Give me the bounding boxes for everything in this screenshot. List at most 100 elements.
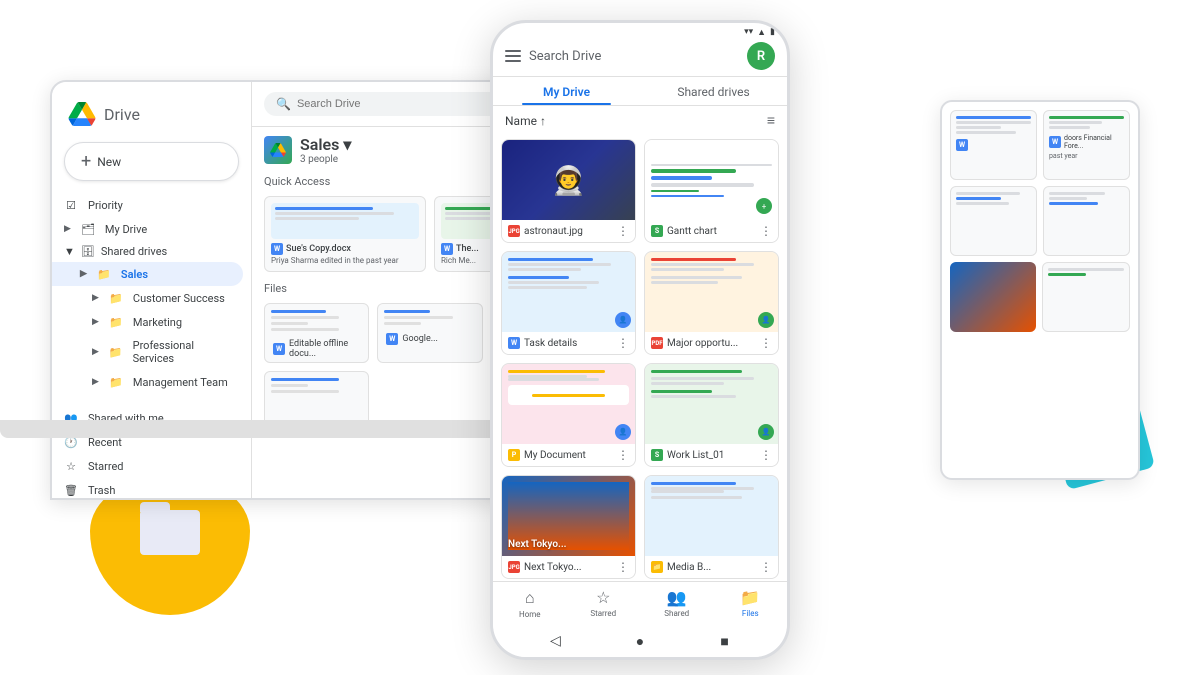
tablet-row-1: W W doors Financial Fore... past year <box>950 110 1130 180</box>
more-icon-work[interactable]: ⋮ <box>760 448 772 462</box>
file-card-work-list[interactable]: 👤 S Work List_01 ⋮ <box>644 363 779 467</box>
tablet-line-13 <box>1048 273 1086 276</box>
more-icon-astronaut[interactable]: ⋮ <box>617 224 629 238</box>
sheets-icon-gantt: S <box>651 225 663 237</box>
filename-task: Task details <box>524 338 577 349</box>
new-button[interactable]: + New <box>64 142 239 181</box>
tablet-file-6[interactable] <box>1042 262 1130 332</box>
sort-name-label: Name ↑ <box>505 114 546 128</box>
file-thumb-major: 👤 <box>645 252 778 332</box>
tablet-file-2[interactable]: W doors Financial Fore... past year <box>1043 110 1130 180</box>
nav-item-shared[interactable]: 👥 Shared <box>640 588 714 619</box>
search-icon: 🔍 <box>276 97 291 111</box>
priority-icon: ☑ <box>64 198 78 212</box>
mt-folder-icon: 📁 <box>109 375 123 389</box>
sheets-icon-work: S <box>651 449 663 461</box>
file-card-placeholder[interactable]: 📁 Media B... ⋮ <box>644 475 779 579</box>
sidebar-item-customer-success[interactable]: ▶ 📁 Customer Success <box>52 286 243 310</box>
nav-item-files[interactable]: 📁 Files <box>714 588 788 619</box>
filename-gantt: Gantt chart <box>667 226 717 237</box>
sidebar-item-management-team[interactable]: ▶ 📁 Management Team <box>52 370 243 394</box>
sidebar-item-priority[interactable]: ☑ Priority <box>52 193 243 217</box>
tablet-file-3[interactable] <box>950 186 1037 256</box>
more-icon-gantt[interactable]: ⋮ <box>760 224 772 238</box>
nav-label-home: Home <box>519 610 541 619</box>
more-icon-major[interactable]: ⋮ <box>760 336 772 350</box>
file-card-task-details[interactable]: 👤 W Task details ⋮ <box>501 251 636 355</box>
file-card-my-document[interactable]: 👤 P My Document ⋮ <box>501 363 636 467</box>
gantt-bar-green <box>651 169 736 173</box>
sales-info: Sales ▾ 3 people <box>300 135 351 165</box>
phone-body: Name ↑ ≡ 👨‍🚀 JPG astronaut.jpg ⋮ <box>493 106 787 581</box>
pdf-icon: PDF <box>651 337 663 349</box>
tablet-file-1[interactable]: W <box>950 110 1037 180</box>
filename-work: Work List_01 <box>667 450 724 461</box>
sort-label[interactable]: Name ↑ <box>505 114 546 128</box>
file-card-major[interactable]: 👤 PDF Major opportu... ⋮ <box>644 251 779 355</box>
filename-major: Major opportu... <box>667 338 738 349</box>
file-info-gantt: S Gantt chart ⋮ <box>645 220 778 242</box>
list-view-icon[interactable]: ≡ <box>767 112 775 129</box>
tablet-file-label-2: W doors Financial Fore... <box>1049 134 1124 150</box>
file-info-task: W Task details ⋮ <box>502 332 635 354</box>
drive-logo-text: Drive <box>104 105 140 124</box>
home-icon: ⌂ <box>525 588 535 608</box>
wifi-icon: ▲ <box>757 27 766 38</box>
nav-item-home[interactable]: ⌂ Home <box>493 588 567 619</box>
sidebar-item-professional-services[interactable]: ▶ 📁 Professional Services <box>52 334 243 370</box>
file-card-tokyo[interactable]: Next Tokyo... JPG Next Tokyo... ⋮ <box>501 475 636 579</box>
sidebar-item-trash[interactable]: 🗑 Trash <box>52 478 243 498</box>
sales-folder-icon: 📁 <box>97 267 111 281</box>
phone-frame: ▾▾ ▲ ▮ Search Drive R My Drive Shared dr… <box>490 20 790 660</box>
sidebar-item-my-drive[interactable]: ▶ 🗂 My Drive <box>52 217 243 241</box>
back-button[interactable]: ◁ <box>545 631 565 651</box>
tablet-file-4[interactable] <box>1043 186 1130 256</box>
recents-button[interactable]: ■ <box>715 631 735 651</box>
tab-my-drive[interactable]: My Drive <box>493 77 640 105</box>
hamburger-menu[interactable] <box>505 50 521 62</box>
sidebar-item-starred[interactable]: ☆ Starred <box>52 454 243 478</box>
quick-access-item-sues-copy[interactable]: W Sue's Copy.docx Priya Sharma edited in… <box>264 196 426 272</box>
file-card-astronaut[interactable]: 👨‍🚀 JPG astronaut.jpg ⋮ <box>501 139 636 243</box>
bg-folder-shape <box>140 510 200 555</box>
hamburger-line-3 <box>505 60 521 62</box>
tablet-filename-2: doors Financial Fore... <box>1064 134 1124 150</box>
file-thumb-mydoc: 👤 <box>502 364 635 444</box>
sidebar-label-starred: Starred <box>88 460 124 473</box>
tablet-line-11 <box>1049 202 1098 205</box>
sidebar-item-shared-drives[interactable]: ▼ 🗄 Shared drives <box>52 241 251 262</box>
tablet-line-blue <box>956 116 1031 119</box>
file-item-2[interactable]: W Google... <box>377 303 482 363</box>
sidebar-label-priority: Priority <box>88 199 123 212</box>
file-name-gantt: S Gantt chart <box>651 225 760 237</box>
battery-icon: ▮ <box>770 27 775 38</box>
more-icon-mydoc[interactable]: ⋮ <box>617 448 629 462</box>
more-icon-tokyo[interactable]: ⋮ <box>617 560 629 574</box>
nav-item-starred[interactable]: ☆ Starred <box>567 588 641 619</box>
sales-name: Sales ▾ <box>300 135 351 154</box>
file-name-major: PDF Major opportu... <box>651 337 760 349</box>
file-icon-2: W <box>386 333 398 345</box>
more-icon-task[interactable]: ⋮ <box>617 336 629 350</box>
doc-icon-blue: W <box>271 243 283 255</box>
laptop-base <box>0 420 560 438</box>
tab-shared-drives[interactable]: Shared drives <box>640 77 787 105</box>
file-thumb-tokyo: Next Tokyo... <box>502 476 635 556</box>
user-avatar[interactable]: R <box>747 42 775 70</box>
drive-logo-area: Drive <box>52 94 251 142</box>
phone-search-text[interactable]: Search Drive <box>529 49 739 64</box>
tablet-line-7 <box>956 197 1001 200</box>
file-item-1[interactable]: W Editable offline docu... <box>264 303 369 363</box>
more-icon-placeholder[interactable]: ⋮ <box>760 560 772 574</box>
sidebar-item-marketing[interactable]: ▶ 📁 Marketing <box>52 310 243 334</box>
home-button[interactable]: ● <box>630 631 650 651</box>
tablet-file-5[interactable] <box>950 262 1036 332</box>
expand-icon-mkt: ▶ <box>92 317 99 327</box>
jpg-icon-tokyo: JPG <box>508 561 520 573</box>
tablet-frame: W W doors Financial Fore... past year <box>940 100 1140 480</box>
shared-drives-icon: 🗄 <box>81 245 95 258</box>
file-name-tokyo: JPG Next Tokyo... <box>508 561 617 573</box>
gantt-bar-blue <box>651 176 712 180</box>
file-card-gantt[interactable]: + S Gantt chart ⋮ <box>644 139 779 243</box>
sidebar-item-sales[interactable]: ▶ 📁 Sales <box>52 262 243 286</box>
